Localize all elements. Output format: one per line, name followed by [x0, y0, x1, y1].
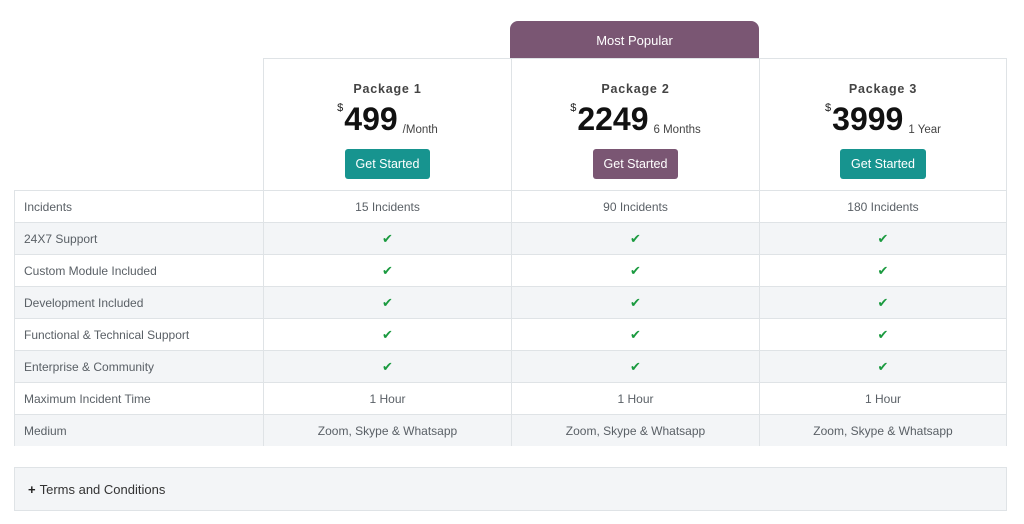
feature-value: 90 Incidents — [511, 191, 759, 222]
price: $ 499 /Month — [264, 100, 511, 140]
feature-cell: ✔ — [263, 351, 511, 382]
check-icon: ✔ — [382, 262, 393, 278]
feature-value: Zoom, Skype & Whatsapp — [263, 415, 511, 446]
feature-cell: ✔ — [511, 223, 759, 254]
feature-cell: ✔ — [759, 223, 1007, 254]
check-icon: ✔ — [382, 230, 393, 246]
price-period: 6 Months — [653, 124, 701, 136]
package-2-card: Package 2 $ 2249 6 Months Get Started — [511, 58, 759, 190]
currency-symbol: $ — [337, 102, 344, 114]
feature-rows: Incidents 15 Incidents 90 Incidents 180 Inc… — [14, 190, 1007, 446]
price-amount: 2249 — [577, 101, 649, 137]
feature-cell: ✔ — [511, 287, 759, 318]
feature-value: Zoom, Skype & Whatsapp — [511, 415, 759, 446]
feature-value: 1 Hour — [263, 383, 511, 414]
package-name: Package 1 — [353, 82, 422, 96]
feature-label: 24X7 Support — [14, 223, 263, 254]
check-icon: ✔ — [630, 294, 641, 310]
feature-cell: ✔ — [263, 287, 511, 318]
get-started-button-package-2[interactable]: Get Started — [592, 149, 679, 179]
feature-cell: ✔ — [263, 223, 511, 254]
check-icon: ✔ — [877, 358, 889, 374]
feature-label: Incidents — [14, 191, 263, 222]
feature-cell: ✔ — [511, 351, 759, 382]
feature-row: Custom Module Included ✔ ✔ ✔ — [14, 254, 1007, 286]
most-popular-badge: Most Popular — [510, 21, 759, 59]
pricing-header: Package 1 $ 499 /Month Get Started Packa… — [14, 58, 1007, 190]
pricing-table: Package 1 $ 499 /Month Get Started Packa… — [14, 58, 1007, 446]
price-period: 1 Year — [908, 124, 941, 136]
check-icon: ✔ — [877, 326, 889, 342]
check-icon: ✔ — [630, 358, 641, 374]
price: $ 3999 1 Year — [760, 100, 1006, 140]
get-started-button-package-1[interactable]: Get Started — [344, 149, 431, 179]
feature-label: Enterprise & Community — [14, 351, 263, 382]
header-spacer — [14, 58, 263, 190]
feature-row: Medium Zoom, Skype & Whatsapp Zoom, Skype … — [14, 414, 1007, 446]
check-icon: ✔ — [382, 326, 393, 342]
plus-icon: + — [28, 481, 36, 497]
package-1-card: Package 1 $ 499 /Month Get Started — [263, 58, 511, 190]
feature-value: 15 Incidents — [263, 191, 511, 222]
price: $ 2249 6 Months — [512, 100, 759, 140]
feature-cell: ✔ — [511, 255, 759, 286]
feature-label: Medium — [14, 415, 263, 446]
feature-cell: ✔ — [759, 351, 1007, 382]
feature-label: Maximum Incident Time — [14, 383, 263, 414]
feature-row: Maximum Incident Time 1 Hour 1 Hour 1 Hour — [14, 382, 1007, 414]
feature-cell: ✔ — [263, 255, 511, 286]
feature-value: 1 Hour — [511, 383, 759, 414]
feature-label: Functional & Technical Support — [14, 319, 263, 350]
feature-row: Incidents 15 Incidents 90 Incidents 180 Inc… — [14, 190, 1007, 222]
check-icon: ✔ — [382, 294, 393, 310]
feature-cell: ✔ — [759, 287, 1007, 318]
feature-value: 180 Incidents — [759, 191, 1007, 222]
price-period: /Month — [402, 124, 438, 136]
currency-symbol: $ — [570, 102, 577, 114]
feature-value: 1 Hour — [759, 383, 1007, 414]
check-icon: ✔ — [877, 230, 889, 246]
feature-label: Development Included — [14, 287, 263, 318]
feature-cell: ✔ — [759, 319, 1007, 350]
check-icon: ✔ — [382, 358, 393, 374]
check-icon: ✔ — [630, 230, 641, 246]
check-icon: ✔ — [877, 294, 889, 310]
feature-row: 24X7 Support ✔ ✔ ✔ — [14, 222, 1007, 254]
package-name: Package 2 — [601, 82, 670, 96]
price-amount: 3999 — [832, 101, 904, 137]
terms-label: Terms and Conditions — [39, 481, 166, 497]
feature-cell: ✔ — [511, 319, 759, 350]
feature-row: Functional & Technical Support ✔ ✔ ✔ — [14, 318, 1007, 350]
feature-cell: ✔ — [263, 319, 511, 350]
check-icon: ✔ — [630, 326, 641, 342]
package-name: Package 3 — [848, 82, 918, 96]
feature-cell: ✔ — [759, 255, 1007, 286]
currency-symbol: $ — [825, 102, 832, 114]
package-3-card: Package 3 $ 3999 1 Year Get Started — [759, 58, 1007, 190]
get-started-button-package-3[interactable]: Get Started — [840, 149, 926, 179]
feature-row: Enterprise & Community ✔ ✔ ✔ — [14, 350, 1007, 382]
feature-value: Zoom, Skype & Whatsapp — [759, 415, 1007, 446]
check-icon: ✔ — [630, 262, 641, 278]
price-amount: 499 — [344, 101, 398, 137]
terms-and-conditions-toggle[interactable]: + Terms and Conditions — [14, 467, 1007, 511]
feature-label: Custom Module Included — [14, 255, 263, 286]
check-icon: ✔ — [877, 262, 889, 278]
feature-row: Development Included ✔ ✔ ✔ — [14, 286, 1007, 318]
